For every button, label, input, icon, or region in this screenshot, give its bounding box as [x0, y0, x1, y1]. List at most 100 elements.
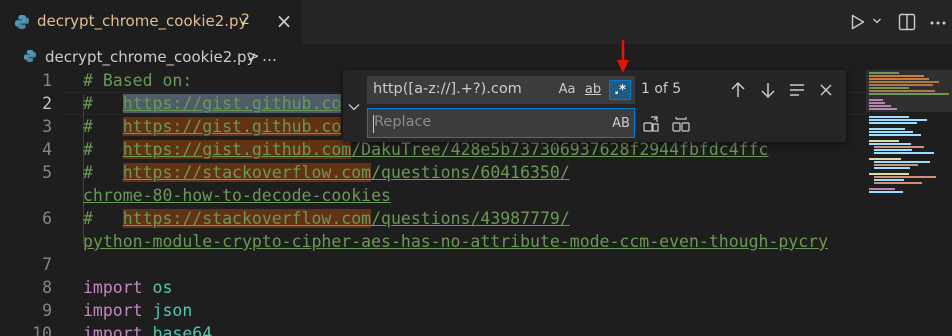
url-link[interactable]: /DakuTree/428e5b737306937628f2944fbfdc4f… [351, 140, 768, 159]
find-replace-widget: http([a-z://].+?).com Aa ab .* 1 of 5 Re… [343, 70, 846, 142]
minimap-line [869, 140, 899, 142]
minimap-line [869, 99, 883, 101]
run-python-file-icon[interactable] [851, 14, 865, 30]
minimap-line [869, 108, 897, 110]
preserve-case-toggle[interactable]: AB [610, 114, 632, 134]
code-line-5-wrap: chrome-80-how-to-decode-cookies [83, 186, 391, 205]
minimap-line [869, 191, 903, 193]
match-case-toggle[interactable]: Aa [557, 80, 577, 100]
text-caret [373, 115, 374, 133]
minimap-line [869, 143, 911, 145]
arrow-up-icon[interactable] [728, 80, 748, 100]
code-line-6-wrap: python-module-crypto-cipher-aes-has-no-a… [83, 232, 828, 251]
minimap-line [869, 173, 909, 175]
code-line-1: # Based on: [83, 71, 193, 90]
module-name: json [152, 301, 193, 320]
line-number: 3 [42, 117, 52, 136]
line-number: 5 [42, 163, 52, 182]
use-regex-toggle[interactable]: .* [609, 80, 631, 100]
url-link-match[interactable]: https://stackoverflow.com [122, 209, 372, 228]
url-link-current-match[interactable]: https://gist.github.co [122, 94, 342, 113]
find-in-selection-icon[interactable] [787, 80, 807, 100]
split-editor-icon[interactable] [898, 13, 916, 31]
line-number: 2 [42, 94, 52, 113]
minimap-line [874, 164, 918, 166]
url-link[interactable]: chrome-80-how-to-decode-cookies [83, 186, 391, 205]
editor-tab-bar: decrypt_chrome_cookie2.py 2 × [0, 0, 952, 44]
breadcrumb-separator: > [247, 47, 260, 65]
url-link[interactable]: /questions/43987779/ [371, 209, 570, 228]
minimap-line [869, 84, 933, 86]
url-link-match[interactable]: https://stackoverflow.com [122, 163, 372, 182]
match-count: 1 of 5 [641, 81, 682, 97]
minimap-line [874, 149, 912, 151]
replace-icon[interactable] [641, 114, 661, 134]
minimap-line [874, 152, 934, 154]
close-icon[interactable] [816, 80, 836, 100]
line-number: 7 [42, 255, 52, 274]
minimap-line [869, 105, 891, 107]
replace-all-icon[interactable] [671, 114, 691, 134]
minimap-line [869, 119, 927, 121]
minimap-line [869, 128, 905, 130]
code-line-5: # https://stackoverflow.com/questions/60… [83, 163, 570, 182]
minimap-line [869, 102, 885, 104]
minimap-line [869, 81, 939, 83]
toggle-replace-button[interactable] [343, 70, 361, 142]
minimap-line [869, 134, 921, 136]
minimap-line [869, 90, 935, 92]
breadcrumb-file[interactable]: decrypt_chrome_cookie2.py [45, 48, 255, 66]
comment-marker: # [83, 140, 123, 159]
breadcrumb-symbols[interactable]: … [262, 47, 277, 65]
line-number: 9 [42, 301, 52, 320]
match-whole-word-toggle[interactable]: ab [582, 80, 604, 100]
minimap-line [874, 167, 910, 169]
comment-marker: # [83, 117, 123, 136]
keyword: import [83, 301, 143, 320]
minimap-line [869, 116, 909, 118]
line-number: 10 [32, 324, 52, 336]
replace-input[interactable]: Replace AB [367, 108, 635, 138]
minimap-line [869, 78, 929, 80]
line-number: 4 [42, 140, 52, 159]
breadcrumb: decrypt_chrome_cookie2.py > … [0, 44, 952, 70]
keyword: import [83, 278, 143, 297]
chevron-down-icon[interactable] [872, 16, 882, 26]
minimap-line [874, 179, 904, 181]
annotation-arrow-icon [617, 40, 629, 73]
module-name: os [152, 278, 173, 297]
minimap-line [869, 158, 901, 160]
minimap-line [869, 93, 949, 95]
keyword: import [83, 324, 143, 336]
code-line-10: import base64 [83, 324, 212, 336]
minimap-line [869, 131, 913, 133]
url-link-match[interactable]: https://gist.github.com [122, 140, 352, 159]
minimap-line [874, 146, 924, 148]
more-actions-icon[interactable] [929, 20, 947, 26]
code-line-9: import json [83, 301, 192, 320]
python-file-icon [15, 15, 29, 29]
replace-input-placeholder: Replace [374, 114, 432, 130]
code-line-4: # https://gist.github.com/DakuTree/428e5… [83, 140, 768, 159]
find-input[interactable]: http([a-z://].+?).com Aa ab .* [367, 76, 635, 104]
url-link[interactable]: python-module-crypto-cipher-aes-has-no-a… [83, 232, 828, 251]
tab-title: decrypt_chrome_cookie2.py [37, 12, 248, 30]
minimap-line [874, 182, 922, 184]
code-line-2: # https://gist.github.co [83, 94, 342, 113]
url-link[interactable]: /questions/60416350/ [371, 163, 570, 182]
minimap-line [869, 122, 917, 124]
minimap-line [869, 188, 895, 190]
find-input-value: http([a-z://].+?).com [373, 81, 522, 97]
close-tab-icon[interactable]: × [274, 9, 294, 33]
tab-decrypt-chrome-cookie2[interactable]: decrypt_chrome_cookie2.py 2 × [0, 0, 302, 44]
line-number: 8 [42, 278, 52, 297]
url-link-match[interactable]: https://gist.github.co [122, 117, 342, 136]
comment-marker: # [83, 94, 123, 113]
minimap[interactable] [866, 70, 952, 336]
python-file-icon [24, 50, 36, 62]
code-line-6: # https://stackoverflow.com/questions/43… [83, 209, 570, 228]
arrow-down-icon[interactable] [758, 80, 778, 100]
line-number: 6 [42, 209, 52, 228]
tab-problem-count: 2 [241, 12, 250, 28]
line-number: 1 [42, 71, 52, 90]
